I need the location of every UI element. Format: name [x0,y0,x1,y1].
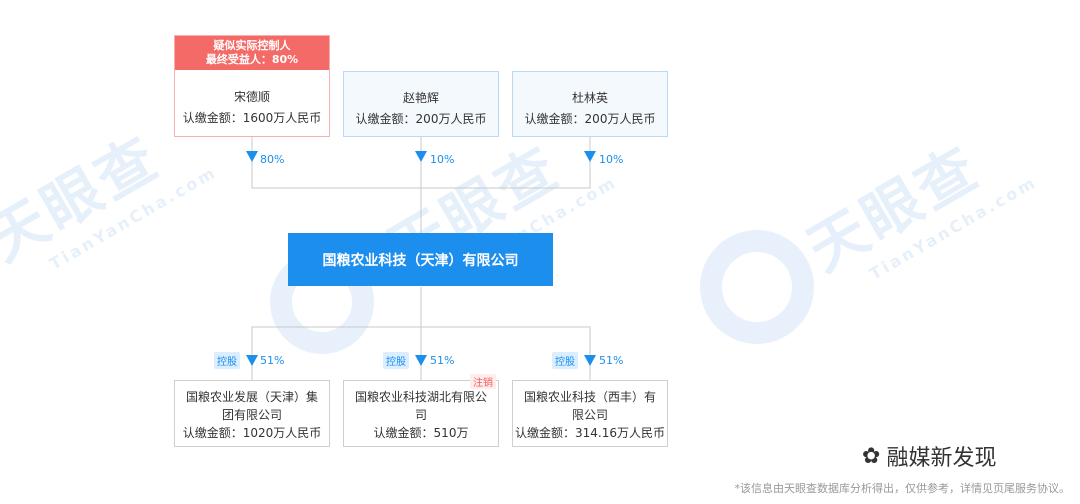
subscribed-amount: 认缴金额：510万 [373,426,469,440]
subsidiary-name-line: 司 [414,408,427,422]
subscribed-amount: 认缴金额：314.16万人民币 [515,426,665,440]
share-percent: 51% [599,354,624,367]
share-percent: 10% [599,153,624,166]
center-company[interactable]: 国粮农业科技（天津）有限公司 [288,233,553,286]
subsidiary-name-line: 国粮农业科技湖北有限公 [354,390,487,404]
subscribed-amount: 认缴金额：200万人民币 [524,112,656,126]
shareholder-name[interactable]: 宋德顺 [175,88,329,105]
subscribed-amount: 认缴金额：1600万人民币 [182,111,322,125]
subsidiary-card[interactable]: 国粮农业科技（西丰）有 限公司 认缴金额：314.16万人民币 [512,380,668,447]
holding-tag: 控股 [214,352,240,369]
subsidiary-name-line: 限公司 [571,408,608,422]
brand-name: 融媒新发现 [886,446,997,471]
subsidiary-card[interactable]: 国粮农业科技湖北有限公 司 认缴金额：510万 [343,380,499,447]
holding-tag: 控股 [383,352,409,369]
share-percent: 51% [430,354,455,367]
shareholder-card[interactable]: 赵艳辉 认缴金额：200万人民币 [343,71,499,137]
subsidiary-name-line: 国粮农业科技（西丰）有 [523,390,656,404]
subscribed-amount: 认缴金额：200万人民币 [355,112,487,126]
footer-note: *该信息由天眼查数据库分析得出，仅供参考，详情见页尾服务协议。 [734,482,1071,495]
controller-card[interactable]: 疑似实际控制人 最终受益人：80% 宋德顺 认缴金额：1600万人民币 [174,35,330,137]
shareholder-name[interactable]: 杜林英 [513,89,667,106]
subscribed-amount: 认缴金额：1020万人民币 [182,426,322,440]
cancelled-status-badge: 注销 [470,374,496,389]
wechat-brand: ✿ 融媒新发现 [862,440,996,472]
share-percent: 80% [260,153,285,166]
actual-controller-tag: 疑似实际控制人 最终受益人：80% [175,36,329,70]
subsidiary-name-line: 团有限公司 [221,408,282,422]
shareholder-name[interactable]: 赵艳辉 [344,89,498,106]
subsidiary-card[interactable]: 国粮农业发展（天津）集 团有限公司 认缴金额：1020万人民币 [174,380,330,447]
holding-tag: 控股 [552,352,578,369]
subsidiary-name-line: 国粮农业发展（天津）集 [185,390,318,404]
shareholder-card[interactable]: 杜林英 认缴金额：200万人民币 [512,71,668,137]
share-percent: 10% [430,153,455,166]
wechat-icon: ✿ [862,443,881,469]
share-percent: 51% [260,354,285,367]
